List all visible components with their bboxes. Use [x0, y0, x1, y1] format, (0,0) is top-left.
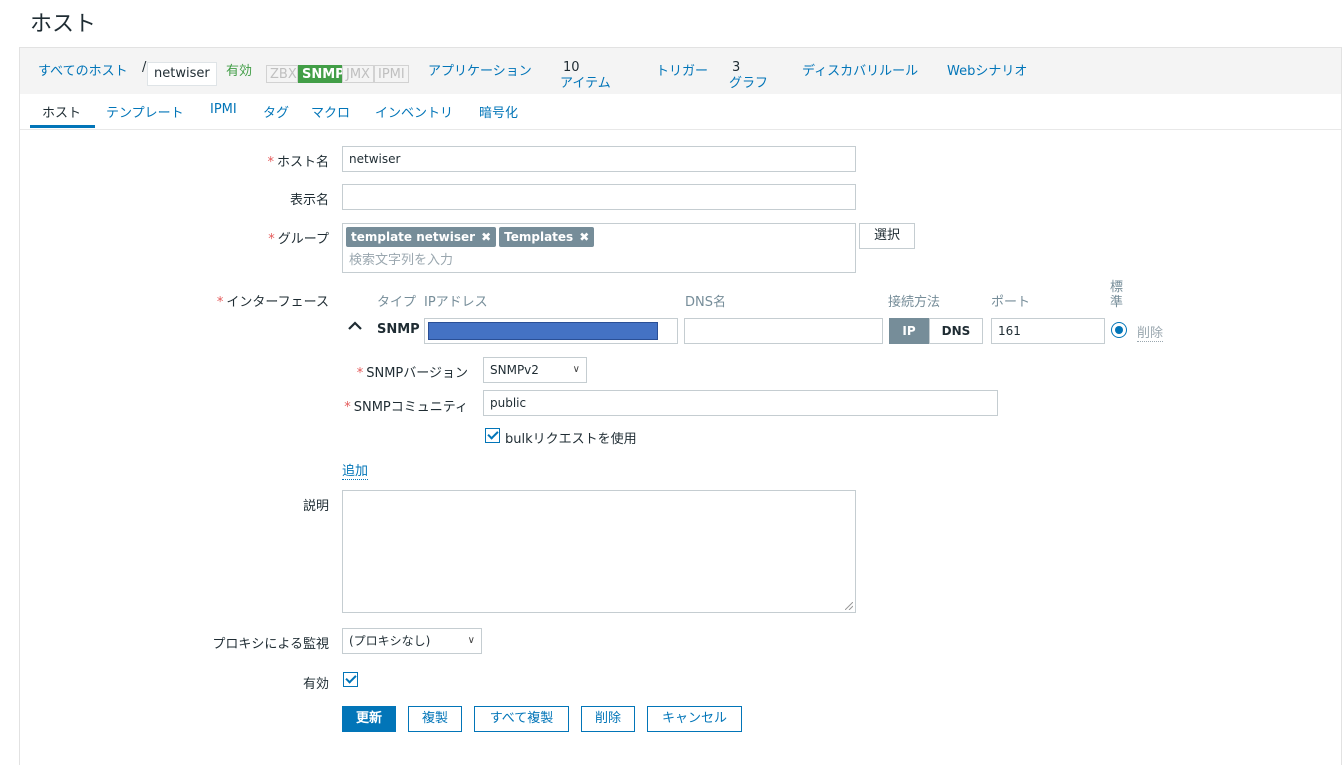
group-chip-templates: Templates ✖	[499, 227, 595, 247]
chevron-down-icon: ∨	[572, 364, 580, 375]
groups-label: * グループ	[268, 228, 329, 247]
cancel-button[interactable]: キャンセル	[647, 706, 742, 732]
interface-port-header: ポート	[991, 295, 1031, 310]
interface-connect-header: 接続方法	[888, 295, 941, 310]
checkmark-icon	[345, 672, 357, 684]
enabled-label: 有効	[302, 677, 329, 692]
active-tab-indicator	[30, 125, 95, 128]
triggers-link[interactable]: トリガー	[656, 60, 708, 79]
host-navigation: すべてのホスト / netwiser 有効 ZBX SNMP JMX IPMI …	[20, 48, 1341, 93]
snmp-community-label: * SNMPコミュニティ	[344, 396, 468, 415]
bulk-request-label: bulkリクエストを使用	[505, 432, 637, 447]
interface-type-value: SNMP	[377, 322, 420, 337]
required-mark: *	[216, 295, 224, 310]
visible-name-input[interactable]	[342, 184, 856, 210]
visible-name-label: 表示名	[289, 193, 329, 208]
tab-macros[interactable]: マクロ	[311, 102, 350, 121]
remove-chip-icon[interactable]: ✖	[481, 230, 491, 244]
interface-dns-header: DNS名	[685, 295, 726, 310]
delete-button[interactable]: 削除	[581, 706, 635, 732]
availability-snmp-badge: SNMP	[298, 65, 345, 83]
items-link[interactable]: アイテム	[560, 72, 611, 91]
collapse-interface-icon[interactable]	[348, 319, 362, 331]
chevron-down-icon: ∨	[467, 635, 475, 646]
bulk-request-checkbox[interactable]	[485, 428, 500, 443]
snmp-version-label-text: SNMPバージョン	[366, 366, 468, 381]
applications-link[interactable]: アプリケーション	[428, 60, 532, 79]
snmp-version-label: * SNMPバージョン	[357, 362, 468, 381]
tab-encryption[interactable]: 暗号化	[479, 102, 518, 121]
snmp-community-label-text: SNMPコミュニティ	[353, 400, 468, 415]
full-clone-button[interactable]: すべて複製	[474, 706, 569, 732]
groups-search-placeholder[interactable]: 検索文字列を入力	[346, 249, 852, 268]
group-chip-label: Templates	[504, 230, 574, 244]
radio-selected-dot	[1115, 326, 1123, 334]
required-mark: *	[268, 232, 275, 247]
host-panel: すべてのホスト / netwiser 有効 ZBX SNMP JMX IPMI …	[19, 47, 1342, 765]
breadcrumb-separator: /	[142, 60, 147, 75]
update-button[interactable]: 更新	[342, 706, 396, 732]
clone-button[interactable]: 複製	[408, 706, 462, 732]
all-hosts-link[interactable]: すべてのホスト	[38, 60, 128, 79]
interface-default-radio[interactable]	[1111, 322, 1127, 338]
groups-label-text: グループ	[277, 232, 329, 247]
connect-ip-toggle[interactable]: IP	[889, 318, 929, 344]
description-textarea[interactable]	[342, 490, 856, 613]
group-chip-template-netwiser: template netwiser ✖	[346, 227, 497, 247]
page-title: ホスト	[30, 12, 97, 37]
tab-templates[interactable]: テンプレート	[106, 102, 184, 121]
add-interface-link[interactable]: 追加	[342, 460, 369, 480]
hostname-label: * ホスト名	[267, 151, 329, 170]
interface-ip-header: IPアドレス	[424, 295, 488, 310]
interface-port-input[interactable]: 161	[991, 318, 1105, 344]
hostname-input[interactable]: netwiser	[342, 146, 856, 172]
interfaces-label-text: インターフェース	[226, 295, 329, 310]
connect-dns-toggle[interactable]: DNS	[929, 318, 983, 344]
remove-interface-link[interactable]: 削除	[1137, 322, 1164, 342]
discovery-rules-link[interactable]: ディスカバリルール	[802, 60, 918, 79]
availability-ipmi-badge: IPMI	[374, 65, 409, 83]
enabled-checkbox[interactable]	[343, 672, 358, 687]
resize-handle-icon[interactable]	[845, 602, 853, 610]
required-mark: *	[267, 155, 274, 170]
host-form-container: ホスト テンプレート IPMI タグ マクロ インベントリ 暗号化 * ホスト名 …	[20, 94, 1341, 765]
checkmark-icon	[487, 428, 499, 440]
tab-ipmi[interactable]: IPMI	[210, 102, 237, 117]
tab-inventory[interactable]: インベントリ	[375, 102, 453, 121]
tab-tags[interactable]: タグ	[263, 102, 289, 121]
interface-type-header: タイプ	[377, 295, 417, 310]
items-nav[interactable]: アイテム 10	[560, 60, 611, 91]
interface-ip-input[interactable]	[424, 318, 678, 344]
proxy-label: プロキシによる監視	[212, 637, 329, 652]
graphs-link[interactable]: グラフ	[729, 72, 768, 91]
availability-zbx-badge: ZBX	[266, 65, 298, 83]
availability-jmx-badge: JMX	[342, 65, 374, 83]
snmp-version-value: SNMPv2	[490, 363, 539, 377]
interface-dns-input[interactable]	[684, 318, 883, 344]
proxy-select[interactable]: (プロキシなし) ∨	[342, 628, 482, 654]
group-chip-label: template netwiser	[351, 230, 476, 244]
required-mark: *	[356, 366, 364, 381]
groups-multiselect[interactable]: template netwiser ✖ Templates ✖ 検索文字列を入力	[342, 223, 856, 273]
web-scenarios-link[interactable]: Webシナリオ	[947, 60, 1027, 79]
masked-ip-redaction	[428, 322, 658, 340]
tab-host[interactable]: ホスト	[42, 102, 81, 121]
graphs-nav[interactable]: グラフ 3	[729, 60, 768, 91]
form-tabs: ホスト テンプレート IPMI タグ マクロ インベントリ 暗号化	[20, 94, 1341, 130]
required-mark: *	[344, 400, 351, 415]
remove-chip-icon[interactable]: ✖	[579, 230, 589, 244]
interfaces-label: * インターフェース	[217, 291, 329, 310]
proxy-value: (プロキシなし)	[349, 634, 431, 648]
host-status-enabled[interactable]: 有効	[226, 60, 252, 79]
current-host-crumb: netwiser	[147, 62, 217, 86]
interface-default-header: 標準	[1110, 280, 1124, 310]
snmp-community-input[interactable]: public	[483, 390, 998, 416]
snmp-version-select[interactable]: SNMPv2 ∨	[483, 357, 587, 383]
description-label: 説明	[302, 499, 329, 514]
hostname-label-text: ホスト名	[276, 155, 329, 170]
select-groups-button[interactable]: 選択	[859, 223, 915, 249]
